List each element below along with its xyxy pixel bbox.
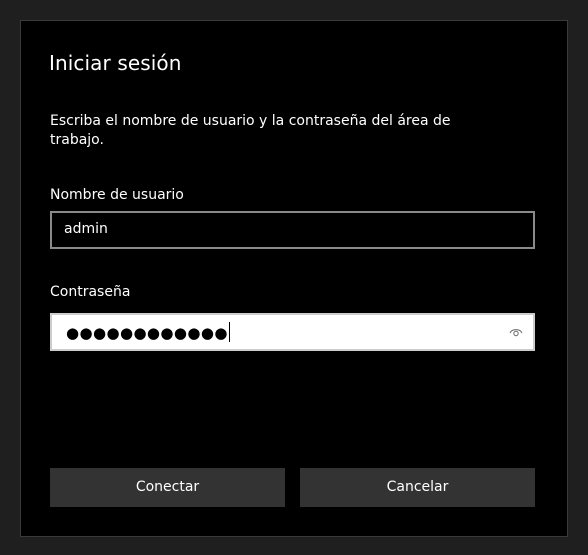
password-label: Contraseña bbox=[50, 284, 131, 300]
password-value: ●●●●●●●●●●●● bbox=[66, 322, 230, 342]
username-label: Nombre de usuario bbox=[50, 187, 184, 203]
cancel-button[interactable]: Cancelar bbox=[300, 468, 535, 507]
username-input[interactable]: admin bbox=[50, 211, 535, 249]
dialog-description: Escriba el nombre de usuario y la contra… bbox=[50, 113, 451, 148]
connect-button[interactable]: Conectar bbox=[50, 468, 285, 507]
login-dialog: Iniciar sesión Escriba el nombre de usua… bbox=[20, 20, 568, 537]
password-input[interactable]: ●●●●●●●●●●●● bbox=[50, 313, 535, 351]
screen-background: Iniciar sesión Escriba el nombre de usua… bbox=[0, 0, 588, 555]
dialog-title: Iniciar sesión bbox=[49, 51, 182, 75]
username-value: admin bbox=[64, 221, 108, 237]
text-caret bbox=[228, 322, 230, 342]
eye-icon[interactable] bbox=[509, 326, 523, 338]
